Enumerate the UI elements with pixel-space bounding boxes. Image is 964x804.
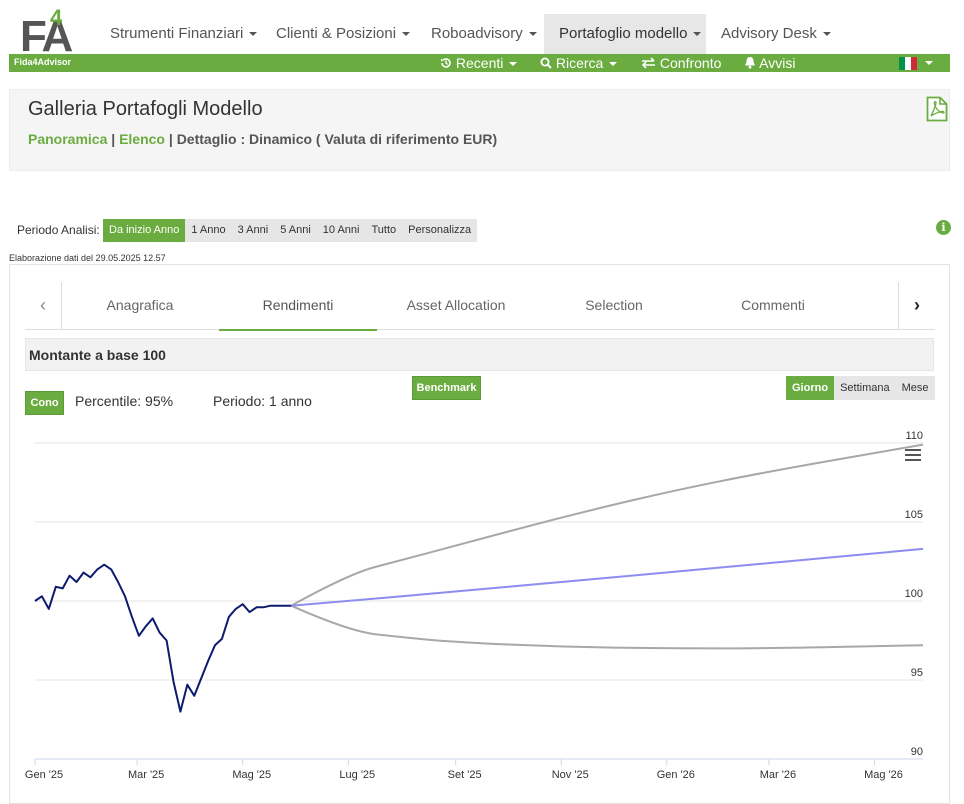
tab-next-arrow[interactable]: › — [898, 282, 935, 329]
x-tick-label: Gen '25 — [25, 769, 63, 781]
x-tick-label: Nov '25 — [552, 769, 589, 781]
periodo-label: Periodo: — [213, 393, 266, 409]
periodo-value: 1 anno — [269, 393, 312, 409]
italian-flag-icon[interactable] — [899, 57, 917, 70]
caret-down-icon — [528, 32, 537, 37]
y-tick-label: 110 — [905, 430, 923, 442]
period-tutto[interactable]: Tutto — [365, 219, 402, 242]
swap-arrows-icon — [641, 57, 655, 69]
breadcrumb: Panoramica | Elenco | Dettaglio : Dinami… — [28, 131, 498, 147]
crumb-elenco[interactable]: Elenco — [119, 131, 165, 147]
caret-down-icon — [249, 32, 258, 37]
tab-prev-arrow[interactable]: ‹ — [25, 282, 62, 329]
cono-button[interactable]: Cono — [25, 391, 64, 415]
periodo-info: Periodo: 1 anno — [213, 393, 312, 409]
recenti-menu[interactable]: Recenti — [440, 55, 518, 71]
caret-down-icon — [402, 32, 411, 37]
granularity-mese[interactable]: Mese — [896, 376, 935, 400]
x-tick-label: Mar '25 — [128, 769, 164, 781]
x-tick-label: Mag '25 — [232, 769, 271, 781]
confronto-link[interactable]: Confronto — [641, 55, 721, 71]
period-personalizza[interactable]: Personalizza — [402, 219, 477, 242]
ricerca-menu[interactable]: Ricerca — [540, 55, 618, 71]
percentile-info: Percentile: 95% — [75, 393, 173, 409]
elaboration-date: Elaborazione dati del 29.05.2025 12.57 — [9, 253, 166, 263]
search-icon — [540, 57, 552, 69]
percentile-label: Percentile: — [75, 393, 142, 409]
pdf-icon[interactable] — [926, 96, 948, 122]
period-5-anni[interactable]: 5 Anni — [274, 219, 317, 242]
avvisi-link[interactable]: Avvisi — [744, 55, 795, 71]
tab-commenti[interactable]: Commenti — [693, 282, 853, 329]
tab-asset-allocation[interactable]: Asset Allocation — [377, 282, 535, 329]
period-3-anni[interactable]: 3 Anni — [232, 219, 275, 242]
caret-down-icon — [822, 32, 831, 37]
svg-text:4: 4 — [50, 5, 63, 30]
x-tick-label: Lug '25 — [339, 769, 375, 781]
section-title: Montante a base 100 — [25, 338, 934, 371]
bell-icon — [745, 57, 755, 69]
y-tick-label: 100 — [905, 588, 923, 600]
x-tick-label: Mag '26 — [864, 769, 903, 781]
granularity-settimana[interactable]: Settimana — [834, 376, 896, 400]
tab-selection[interactable]: Selection — [535, 282, 693, 329]
x-tick-label: Set '25 — [448, 769, 482, 781]
svg-text:FA: FA — [20, 12, 72, 55]
x-tick-label: Mar '26 — [760, 769, 796, 781]
period-10-anni[interactable]: 10 Anni — [317, 219, 366, 242]
lower-series-line — [290, 604, 924, 650]
nav-roboadvisory[interactable]: Roboadvisory — [416, 14, 552, 54]
crumb-detail: Dettaglio : Dinamico ( Valuta di riferim… — [176, 131, 498, 147]
upper-series-line — [290, 443, 924, 607]
tab-anagrafica[interactable]: Anagrafica — [61, 282, 219, 329]
caret-down-icon — [609, 62, 618, 67]
chart-menu-icon[interactable] — [905, 449, 921, 461]
caret-down-icon — [693, 32, 702, 37]
period-label: Periodo Analisi: — [17, 223, 100, 237]
page-title: Galleria Portafogli Modello — [28, 98, 263, 120]
history-icon — [441, 58, 451, 68]
brand-logo[interactable]: FA 4 — [20, 3, 84, 61]
tab-rendimenti[interactable]: Rendimenti — [219, 282, 377, 331]
montante-chart: 90 95 100 105 110 Gen '25 Mar '25 Mag '25 Lug '2… — [25, 430, 935, 799]
period-selector: Da inizio Anno 1 Anno 3 Anni 5 Anni 10 A… — [103, 219, 478, 242]
y-tick-label: 105 — [905, 509, 923, 521]
info-icon[interactable]: i — [936, 220, 951, 235]
crumb-panoramica[interactable]: Panoramica — [28, 131, 107, 147]
granularity-giorno[interactable]: Giorno — [786, 376, 835, 400]
language-caret-icon[interactable] — [925, 61, 933, 65]
period-1-anno[interactable]: 1 Anno — [185, 219, 231, 242]
nav-advisory-desk[interactable]: Advisory Desk — [706, 14, 846, 54]
historic-series-line — [34, 563, 292, 713]
y-tick-label: 95 — [911, 667, 923, 679]
percentile-value: 95% — [145, 393, 174, 409]
nav-clienti-posizioni[interactable]: Clienti & Posizioni — [261, 14, 425, 54]
median-series-line — [291, 547, 924, 607]
y-tick-label: 90 — [911, 746, 923, 758]
nav-strumenti-finanziari[interactable]: Strumenti Finanziari — [95, 14, 272, 54]
nav-portafoglio-modello[interactable]: Portafoglio modello — [544, 14, 706, 54]
caret-down-icon — [509, 62, 518, 67]
x-tick-label: Gen '26 — [657, 769, 695, 781]
benchmark-button[interactable]: Benchmark — [412, 376, 481, 400]
period-da-inizio-anno[interactable]: Da inizio Anno — [103, 219, 186, 242]
brand-tagline: Fida4Advisor — [14, 57, 72, 67]
granularity-selector: Giorno Settimana Mese — [786, 376, 935, 400]
chart-svg: 90 95 100 105 110 Gen '25 Mar '25 Mag '25 Lug '2… — [25, 430, 924, 781]
